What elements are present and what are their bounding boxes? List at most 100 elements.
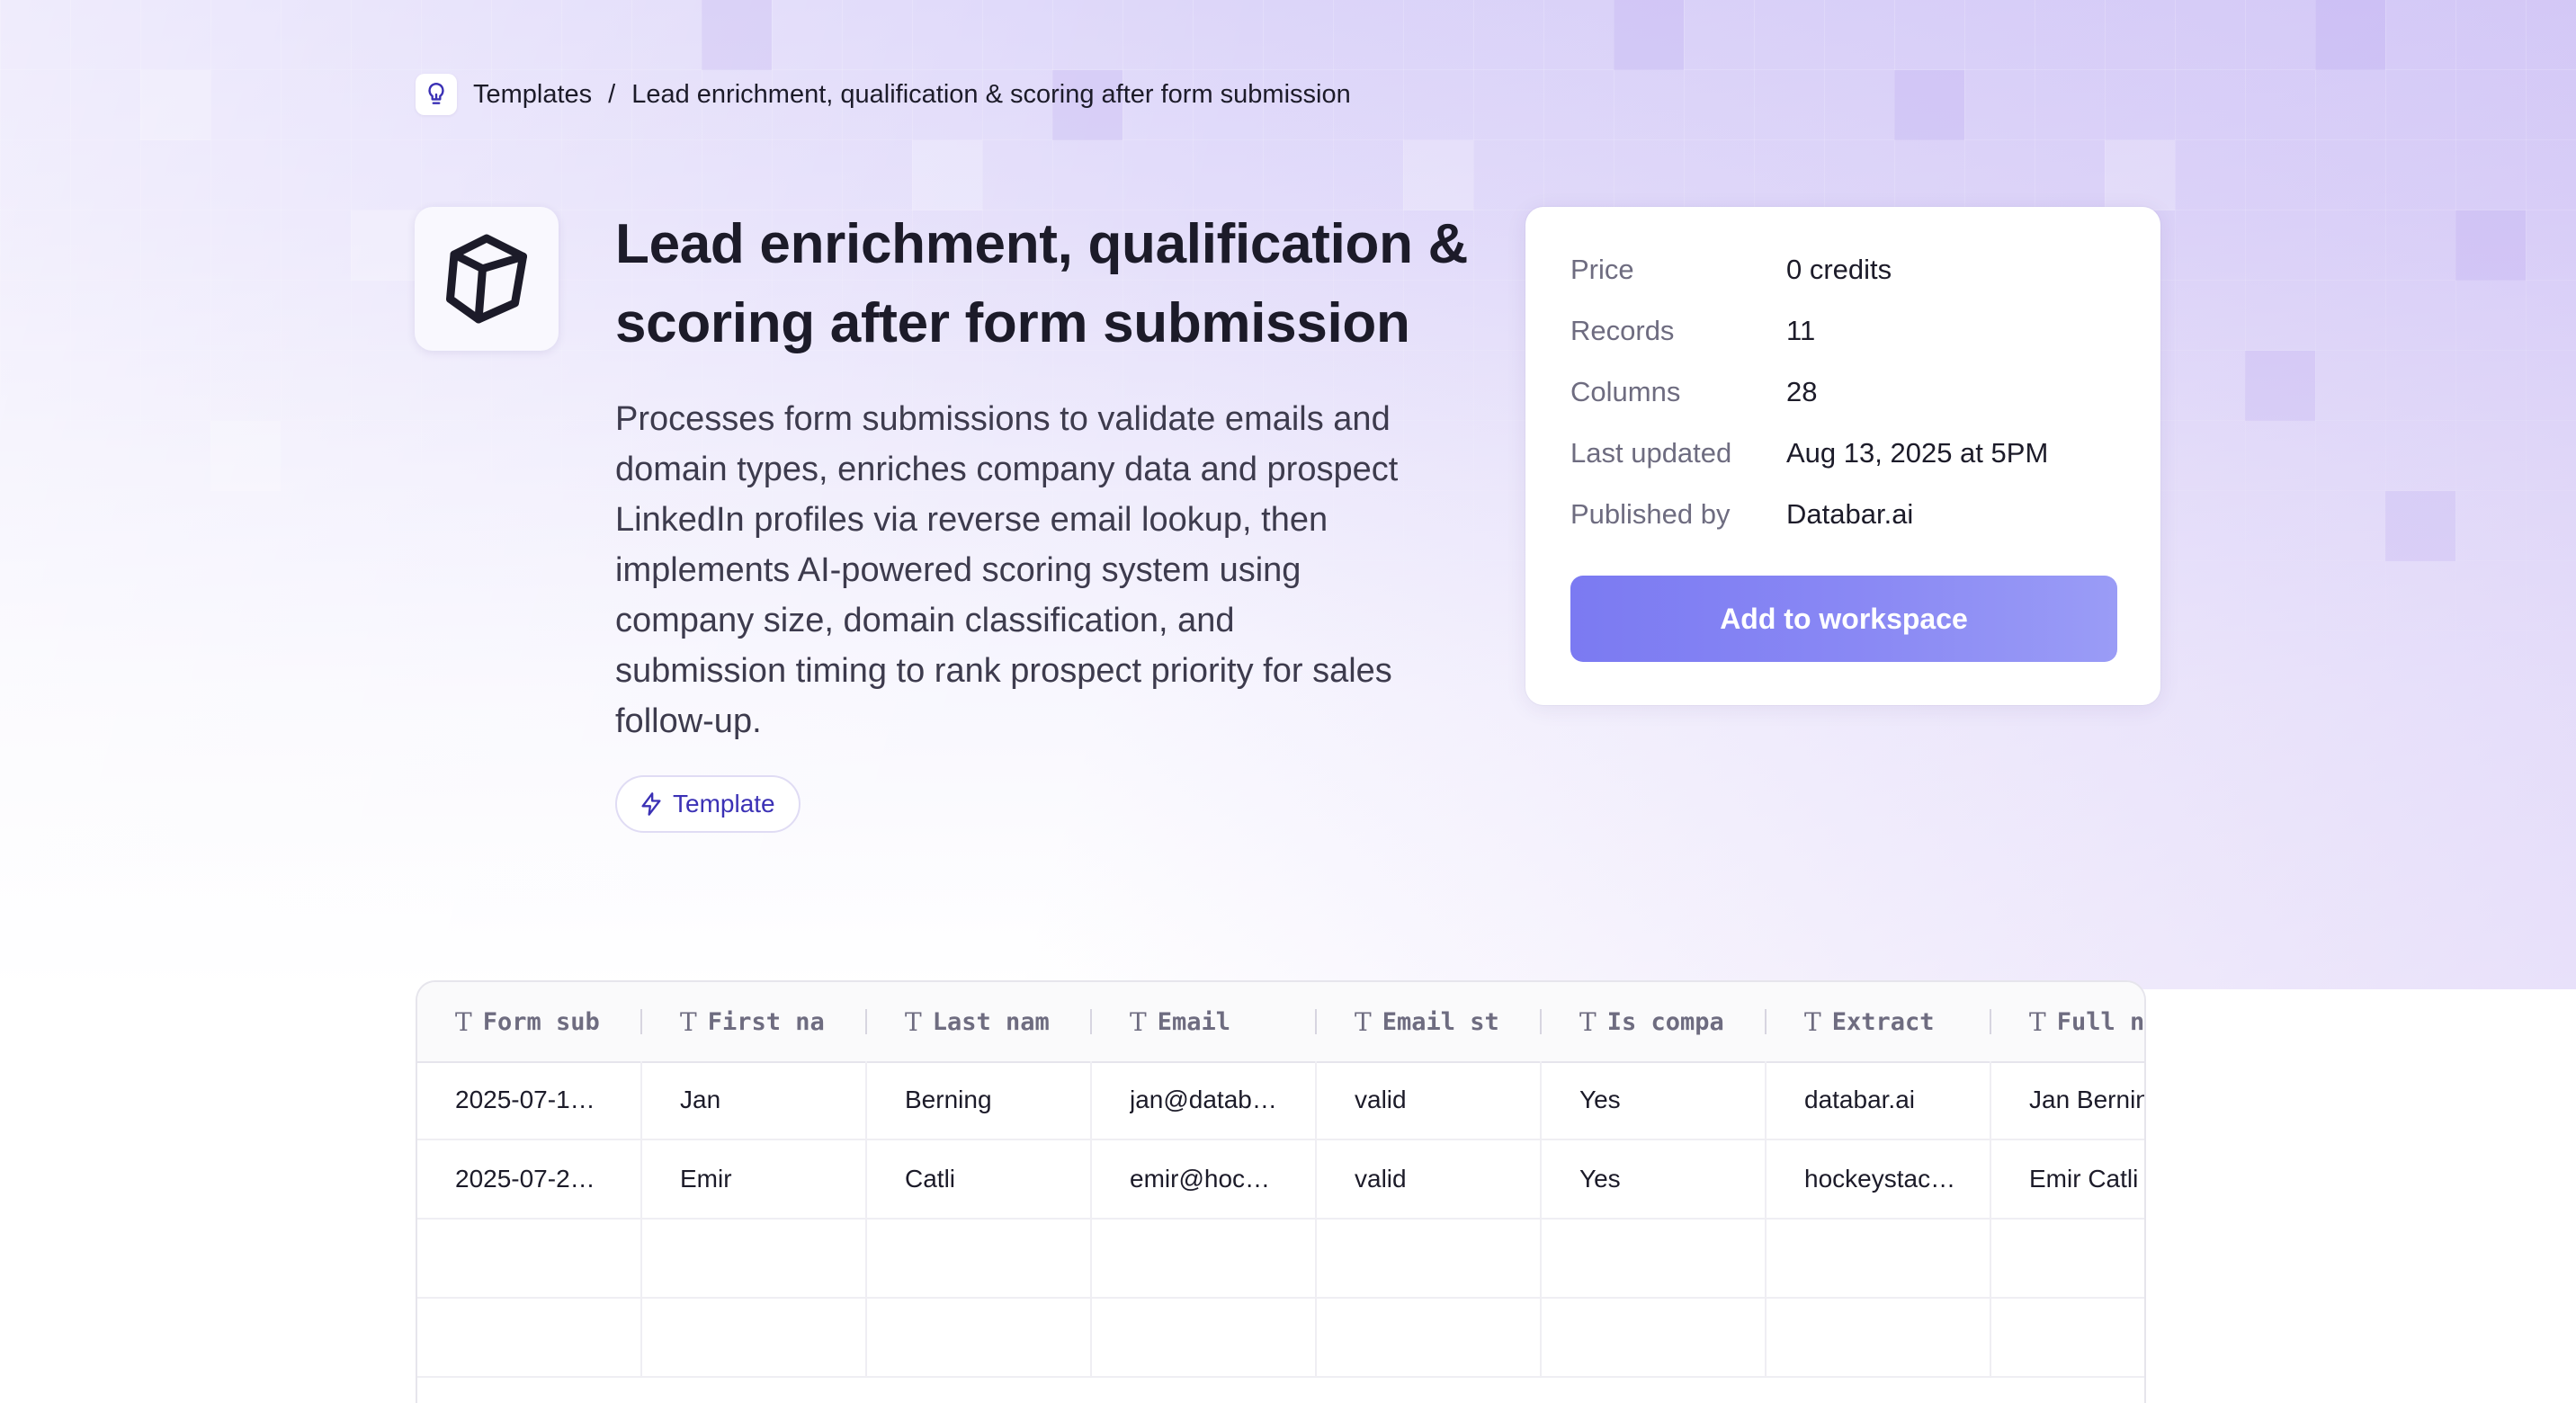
add-to-workspace-button[interactable]: Add to workspace: [1570, 576, 2117, 662]
lightbulb-icon[interactable]: [416, 74, 457, 115]
info-row-published-by: Published by Databar.ai: [1570, 496, 1913, 532]
template-info-card: Price 0 credits Records 11 Columns 28 La…: [1525, 207, 2160, 705]
table-cell[interactable]: Yes: [1542, 1061, 1767, 1139]
info-label: Published by: [1570, 498, 1731, 530]
info-row-last-updated: Last updated Aug 13, 2025 at 5PM: [1570, 435, 2048, 471]
info-value: 28: [1786, 376, 1818, 407]
column-header[interactable]: T First na: [642, 982, 867, 1061]
cell-text: 2025-07-20 09:12:00: [455, 1165, 608, 1193]
column-header-label: First na: [707, 1007, 825, 1036]
template-tag[interactable]: Template: [615, 775, 801, 833]
table-cell[interactable]: 2025-07-20 09:12:00: [417, 1140, 642, 1218]
table-cell[interactable]: valid: [1317, 1140, 1542, 1218]
column-header[interactable]: T Form sub: [417, 982, 642, 1061]
cell-text: Emir: [680, 1165, 732, 1193]
table-cell[interactable]: [1092, 1220, 1317, 1297]
cell-text: Yes: [1579, 1086, 1621, 1113]
table-cell[interactable]: [417, 1299, 642, 1376]
cell-text: valid: [1355, 1165, 1407, 1193]
info-value: Aug 13, 2025 at 5PM: [1786, 437, 2049, 469]
cell-text: Jan Berning: [2029, 1086, 2144, 1113]
cube-icon: [446, 234, 527, 324]
cell-text: Catli: [905, 1165, 956, 1193]
text-type-icon: T: [1355, 1006, 1372, 1037]
table-cell[interactable]: [1767, 1220, 1991, 1297]
breadcrumb-separator: /: [608, 79, 616, 109]
table-cell[interactable]: [1542, 1299, 1767, 1376]
table-cell[interactable]: [1317, 1220, 1542, 1297]
cell-text: Berning: [905, 1086, 992, 1113]
table-cell[interactable]: [867, 1220, 1092, 1297]
table-cell[interactable]: valid: [1317, 1061, 1542, 1139]
cell-text: jan@databar.ai: [1130, 1086, 1283, 1113]
info-label: Columns: [1570, 376, 1681, 407]
table-cell[interactable]: Jan Berning: [1991, 1061, 2144, 1139]
table-cell[interactable]: Yes: [1542, 1140, 1767, 1218]
template-icon-tile: [415, 207, 559, 351]
table-row[interactable]: 2025-07-20 09:12:00 Emir Catli emir@hock…: [417, 1140, 2144, 1220]
text-type-icon: T: [680, 1006, 697, 1037]
table-cell[interactable]: databar.ai: [1767, 1061, 1991, 1139]
info-row-records: Records 11: [1570, 313, 1815, 349]
column-header[interactable]: T Email st: [1317, 982, 1542, 1061]
table-cell[interactable]: [1542, 1220, 1767, 1297]
column-header-label: Full n: [2056, 1007, 2145, 1036]
text-type-icon: T: [1804, 1006, 1821, 1037]
info-row-columns: Columns 28: [1570, 374, 1817, 410]
column-header[interactable]: T Extract: [1767, 982, 1991, 1061]
table-cell[interactable]: [1991, 1299, 2144, 1376]
data-table: T Form sub T First na T Last nam T Email…: [416, 980, 2146, 1403]
table-row[interactable]: 2025-07-14 10:17:00 Jan Berning jan@data…: [417, 1061, 2144, 1140]
column-header[interactable]: T Last nam: [867, 982, 1092, 1061]
cell-text: Jan: [680, 1086, 721, 1113]
table-cell[interactable]: jan@databar.ai: [1092, 1061, 1317, 1139]
table-cell[interactable]: 2025-07-14 10:17:00: [417, 1061, 642, 1139]
info-value: 0 credits: [1786, 254, 1892, 285]
table-cell[interactable]: [1991, 1220, 2144, 1297]
table-cell[interactable]: [642, 1220, 867, 1297]
info-row-price: Price 0 credits: [1570, 252, 1892, 288]
text-type-icon: T: [905, 1006, 922, 1037]
cell-text: Yes: [1579, 1165, 1621, 1193]
table-cell[interactable]: [1092, 1299, 1317, 1376]
breadcrumb-current: Lead enrichment, qualification & scoring…: [631, 79, 1351, 109]
table-cell[interactable]: emir@hockeystack.com: [1092, 1140, 1317, 1218]
table-cell[interactable]: Jan: [642, 1061, 867, 1139]
column-header-label: Extract: [1831, 1007, 1935, 1036]
table-cell[interactable]: Catli: [867, 1140, 1092, 1218]
lightning-icon: [641, 792, 661, 816]
template-tag-label: Template: [673, 790, 775, 818]
table-cell[interactable]: Emir: [642, 1140, 867, 1218]
table-cell[interactable]: [417, 1220, 642, 1297]
cell-text: hockeystack.com: [1804, 1165, 1957, 1193]
cell-text: 2025-07-14 10:17:00: [455, 1086, 608, 1113]
table-cell[interactable]: hockeystack.com: [1767, 1140, 1991, 1218]
table-cell[interactable]: [642, 1299, 867, 1376]
column-header[interactable]: T Is compa: [1542, 982, 1767, 1061]
column-header-label: Email: [1157, 1007, 1230, 1036]
table-header: T Form sub T First na T Last nam T Email…: [417, 982, 2144, 1063]
info-value: Databar.ai: [1786, 498, 1914, 530]
table-cell[interactable]: [1317, 1299, 1542, 1376]
table-cell[interactable]: Berning: [867, 1061, 1092, 1139]
table-row-empty: [417, 1299, 2144, 1378]
table-row-empty: [417, 1220, 2144, 1299]
cell-text: databar.ai: [1804, 1086, 1915, 1113]
info-label: Records: [1570, 315, 1675, 346]
cell-text: emir@hockeystack.com: [1130, 1165, 1283, 1193]
column-header[interactable]: T Full n: [1991, 982, 2145, 1061]
cell-text: Emir Catli: [2029, 1165, 2139, 1193]
cell-text: valid: [1355, 1086, 1407, 1113]
column-header-label: Form sub: [482, 1007, 600, 1036]
text-type-icon: T: [2029, 1006, 2046, 1037]
column-header-label: Is compa: [1606, 1007, 1724, 1036]
table-cell[interactable]: [1767, 1299, 1991, 1376]
template-description: Processes form submissions to validate e…: [615, 400, 1399, 740]
column-header[interactable]: T Email: [1092, 982, 1317, 1061]
info-label: Price: [1570, 254, 1634, 285]
table-cell[interactable]: Emir Catli: [1991, 1140, 2144, 1218]
info-value: 11: [1786, 315, 1816, 346]
table-cell[interactable]: [867, 1299, 1092, 1376]
column-header-label: Email st: [1382, 1007, 1499, 1036]
breadcrumb-templates-link[interactable]: Templates: [473, 80, 592, 110]
